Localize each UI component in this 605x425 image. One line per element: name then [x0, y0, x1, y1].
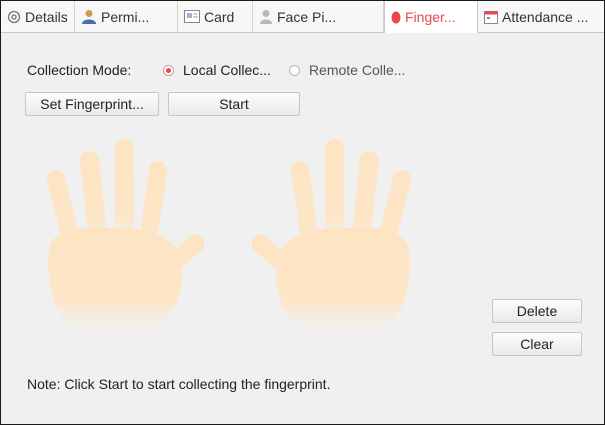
tab-permission[interactable]: Permi...	[75, 1, 178, 32]
tab-label: Details	[25, 8, 68, 25]
calendar-icon	[484, 10, 498, 24]
tab-label: Face Pi...	[277, 8, 337, 25]
tab-label: Card	[204, 8, 235, 25]
tab-details[interactable]: Details	[1, 1, 75, 32]
gear-icon	[7, 10, 21, 23]
right-hand-icon	[251, 139, 411, 341]
collection-mode-row: Collection Mode: Local Collec... Remote …	[27, 62, 423, 78]
tab-label: Permi...	[101, 8, 150, 25]
radio-unselected-icon	[288, 64, 300, 76]
card-icon	[184, 10, 200, 23]
tab-face-picture[interactable]: Face Pi...	[253, 1, 384, 32]
local-collection-radio[interactable]: Local Collec...	[163, 62, 271, 78]
set-fingerprint-button[interactable]: Set Fingerprint...	[25, 92, 159, 116]
delete-button[interactable]: Delete	[492, 299, 582, 323]
remote-collection-radio[interactable]: Remote Colle...	[288, 62, 406, 78]
note-text: Note: Click Start to start collecting th…	[27, 376, 331, 392]
local-collection-label: Local Collec...	[183, 62, 271, 78]
fingerprint-icon	[391, 11, 401, 23]
radio-selected-icon	[163, 64, 174, 76]
face-icon	[260, 10, 272, 24]
tab-card[interactable]: Card	[178, 1, 253, 32]
tab-attendance[interactable]: Attendance ...	[478, 1, 598, 32]
tab-label: Finger...	[405, 9, 456, 25]
collection-mode-label: Collection Mode:	[27, 62, 132, 78]
tab-fingerprint[interactable]: Finger...	[384, 1, 478, 33]
start-button[interactable]: Start	[168, 92, 300, 116]
tab-label: Attendance ...	[502, 8, 589, 25]
tab-bar: Details Permi... Card Face Pi... Finger.…	[1, 1, 604, 33]
person-icon	[82, 10, 96, 24]
clear-button[interactable]: Clear	[492, 332, 582, 356]
left-hand-icon	[47, 139, 205, 341]
remote-collection-label: Remote Colle...	[308, 62, 406, 78]
hands-illustration	[47, 139, 411, 341]
fingerprint-panel: Details Permi... Card Face Pi... Finger.…	[0, 0, 605, 425]
